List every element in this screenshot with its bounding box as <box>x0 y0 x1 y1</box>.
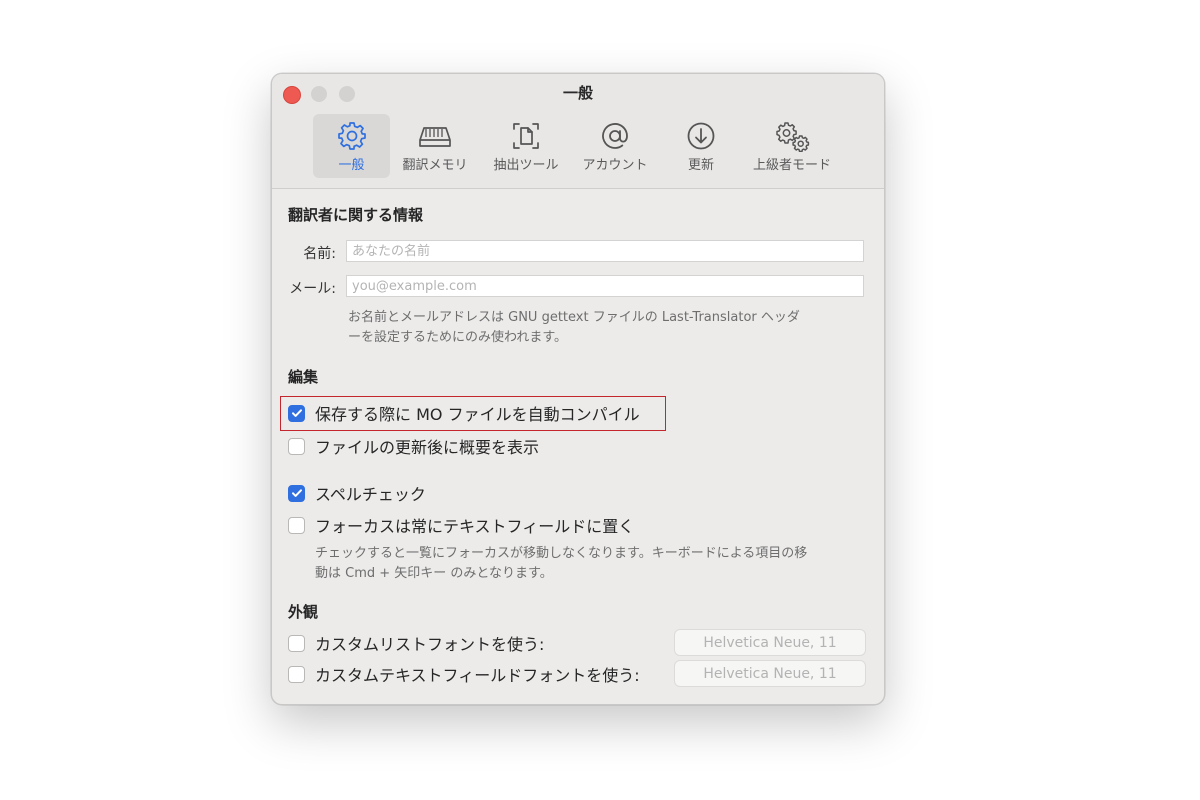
section-heading-editing: 編集 <box>288 368 319 386</box>
translator-hint: お名前とメールアドレスは GNU gettext ファイルの Last-Tran… <box>348 308 800 348</box>
tab-label: アカウント <box>582 158 648 173</box>
hint-line: チェックすると一覧にフォーカスが移動しなくなります。キーボードによる項目の移 <box>315 546 808 561</box>
option-label: ファイルの更新後に概要を表示 <box>315 438 540 457</box>
drive-icon <box>419 127 451 147</box>
tab-label: 一般 <box>338 158 365 173</box>
tab-extractors[interactable]: 抽出ツール <box>482 114 570 178</box>
checkbox-unchecked[interactable] <box>288 437 305 455</box>
focus-hint: チェックすると一覧にフォーカスが移動しなくなります。キーボードによる項目の移 動… <box>315 544 807 584</box>
gears-icon <box>776 122 810 152</box>
gear-icon <box>337 122 366 150</box>
checkbox-unchecked[interactable] <box>288 665 305 683</box>
checkbox-unchecked[interactable] <box>288 516 305 534</box>
tab-label: 上級者モード <box>752 158 831 173</box>
option-auto-compile-mo[interactable]: 保存する際に MO ファイルを自動コンパイル <box>288 402 640 424</box>
tab-updates[interactable]: 更新 <box>676 114 726 178</box>
window-title: 一般 <box>562 84 593 102</box>
list-font-button[interactable]: Helvetica Neue, 11 <box>674 629 866 656</box>
preferences-window: 一般 一般 翻訳メモリ 抽出ツール アカウント 更新 上級者モード 翻訳者に関す… <box>271 73 885 705</box>
section-heading-translator: 翻訳者に関する情報 <box>288 206 424 224</box>
option-custom-textfield-font[interactable]: カスタムテキストフィールドフォントを使う: <box>288 663 640 685</box>
tab-label: 更新 <box>687 158 714 173</box>
option-label: 保存する際に MO ファイルを自動コンパイル <box>315 405 640 424</box>
document-scan-icon <box>513 123 539 149</box>
tab-account[interactable]: アカウント <box>573 114 657 178</box>
checkbox-checked[interactable] <box>288 404 305 422</box>
option-show-summary[interactable]: ファイルの更新後に概要を表示 <box>288 435 539 457</box>
name-label: 名前: <box>303 246 336 262</box>
email-input[interactable]: you@example.com <box>346 275 864 297</box>
tab-translation-memory[interactable]: 翻訳メモリ <box>396 114 474 178</box>
hint-line: お名前とメールアドレスは GNU gettext ファイルの Last-Tran… <box>348 310 800 325</box>
tab-label: 抽出ツール <box>493 158 559 173</box>
checkbox-unchecked[interactable] <box>288 634 305 652</box>
option-custom-list-font[interactable]: カスタムリストフォントを使う: <box>288 632 544 654</box>
checkmark-icon <box>291 409 302 417</box>
option-label: カスタムリストフォントを使う: <box>315 635 545 654</box>
download-circle-icon <box>687 122 715 150</box>
hint-line: ーを設定するためにのみ使われます。 <box>348 330 568 345</box>
option-label: カスタムテキストフィールドフォントを使う: <box>315 666 640 685</box>
titlebar-toolbar: 一般 一般 翻訳メモリ 抽出ツール アカウント 更新 上級者モード <box>272 74 884 189</box>
option-focus-textfield[interactable]: フォーカスは常にテキストフィールドに置く <box>288 514 634 536</box>
section-heading-appearance: 外観 <box>288 603 319 621</box>
mail-label: メール: <box>289 281 336 297</box>
checkbox-checked[interactable] <box>288 484 305 502</box>
tab-general[interactable]: 一般 <box>313 114 390 178</box>
textfield-font-button[interactable]: Helvetica Neue, 11 <box>674 660 866 687</box>
tab-label: 翻訳メモリ <box>402 158 468 173</box>
checkmark-icon <box>291 489 302 497</box>
at-icon <box>602 123 628 149</box>
option-label: スペルチェック <box>315 485 426 504</box>
hint-line: 動は Cmd + 矢印キー のみとなります。 <box>315 566 553 581</box>
tab-advanced[interactable]: 上級者モード <box>746 114 838 178</box>
option-spellcheck[interactable]: スペルチェック <box>288 482 426 504</box>
option-label: フォーカスは常にテキストフィールドに置く <box>315 517 635 536</box>
name-input[interactable]: あなたの名前 <box>346 240 864 262</box>
